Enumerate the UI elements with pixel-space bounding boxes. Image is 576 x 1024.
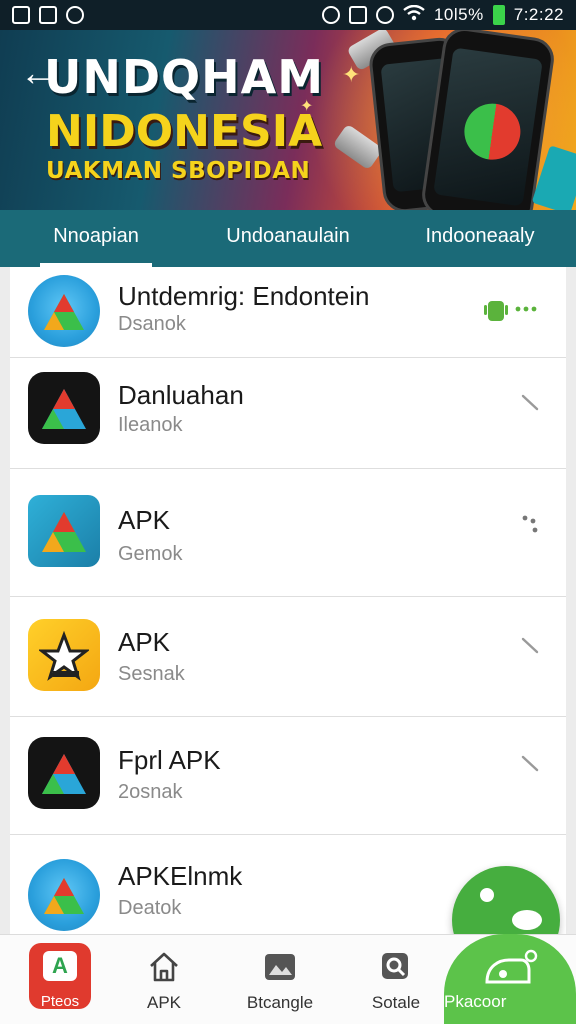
app-subtitle: Ileanok (118, 414, 183, 436)
hero-banner: ✦ ✦ ✦ ← UNDQHAM NIDONESIA UAKMAN SBOPIDA… (0, 30, 576, 210)
app-blue-circle-icon (28, 275, 100, 347)
alarm-icon (375, 6, 394, 24)
app-title: APK (118, 505, 171, 535)
clock: 7:2:22 (513, 5, 564, 24)
list-item[interactable]: APK Gemok (10, 469, 566, 597)
battery-percent: 10l5% (433, 5, 484, 24)
tab-third[interactable]: Indooneaaly (384, 210, 576, 267)
app-list: Untdemrig: Endontein Dsanok Danluahan Il… (10, 267, 566, 939)
nav-label: Sotale (371, 993, 421, 1012)
dots-icon[interactable] (520, 513, 540, 541)
tab-first[interactable]: Nnoapian (0, 210, 192, 267)
list-item[interactable]: Danluahan Ileanok (10, 358, 566, 469)
android-icon[interactable] (484, 293, 540, 333)
list-item[interactable]: APK Sesnak (10, 597, 566, 717)
nav-label: Pteos (40, 993, 80, 1010)
image-icon (12, 6, 30, 24)
app-yellow-star-icon (28, 619, 100, 691)
app-teal-triangle-icon (28, 495, 100, 567)
android-eye (480, 888, 494, 902)
banner-title-secondary: NIDONESIA (46, 106, 323, 157)
more-icon[interactable] (520, 753, 540, 779)
location-icon (321, 6, 340, 24)
app-subtitle: Dsanok (118, 313, 186, 335)
sparkle-icon: ✦ (342, 62, 361, 87)
nav-item-sotale[interactable]: Sotale (346, 935, 446, 1024)
app-blue-circle-icon (28, 859, 100, 931)
app-title: Danluahan (118, 380, 244, 410)
android-eye (512, 910, 542, 930)
battery-icon (492, 5, 505, 25)
status-bar: 10l5% 7:2:22 (0, 0, 576, 30)
calendar-icon (39, 6, 57, 24)
app-subtitle: 2osnak (118, 781, 183, 803)
nav-item-apk[interactable]: APK (114, 935, 214, 1024)
tab-second[interactable]: Undoanaulain (192, 210, 384, 267)
app-subtitle: Deatok (118, 897, 182, 919)
banner-subtitle: UAKMAN SBOPIDAN (46, 158, 311, 184)
nav-item-apps[interactable]: A Pteos (10, 935, 110, 1024)
app-title: Untdemrig: Endontein (118, 281, 370, 311)
featured-icon (485, 949, 538, 984)
home-icon (150, 952, 178, 982)
app-title: APKElnmk (118, 861, 243, 891)
nav-label: Btcangle (246, 993, 314, 1012)
tab-bar: Nnoapian Undoanaulain Indooneaaly (0, 210, 576, 267)
app-subtitle: Gemok (118, 543, 183, 565)
more-icon[interactable] (520, 635, 540, 661)
apps-icon: A Pteos (29, 943, 91, 1010)
nav-item-btcangle[interactable]: Btcangle (228, 935, 332, 1024)
notification-icon (66, 6, 84, 24)
sim-icon (348, 6, 367, 24)
app-subtitle: Sesnak (118, 663, 185, 685)
more-icon[interactable] (520, 392, 540, 418)
search-icon (382, 953, 408, 979)
app-title: APK (118, 627, 171, 657)
nav-label: APK (146, 993, 182, 1012)
image-icon (265, 954, 295, 980)
banner-title: UNDQHAM (44, 50, 325, 104)
app-title: Fprl APK (118, 745, 221, 775)
list-item[interactable]: Untdemrig: Endontein Dsanok (10, 267, 566, 358)
list-item[interactable]: Fprl APK 2osnak (10, 717, 566, 835)
wifi-icon (403, 4, 425, 26)
app-dark-triangle-icon (28, 372, 100, 444)
nav-label: Pkacoor (444, 992, 507, 1011)
app-dark-triangle-icon (28, 737, 100, 809)
